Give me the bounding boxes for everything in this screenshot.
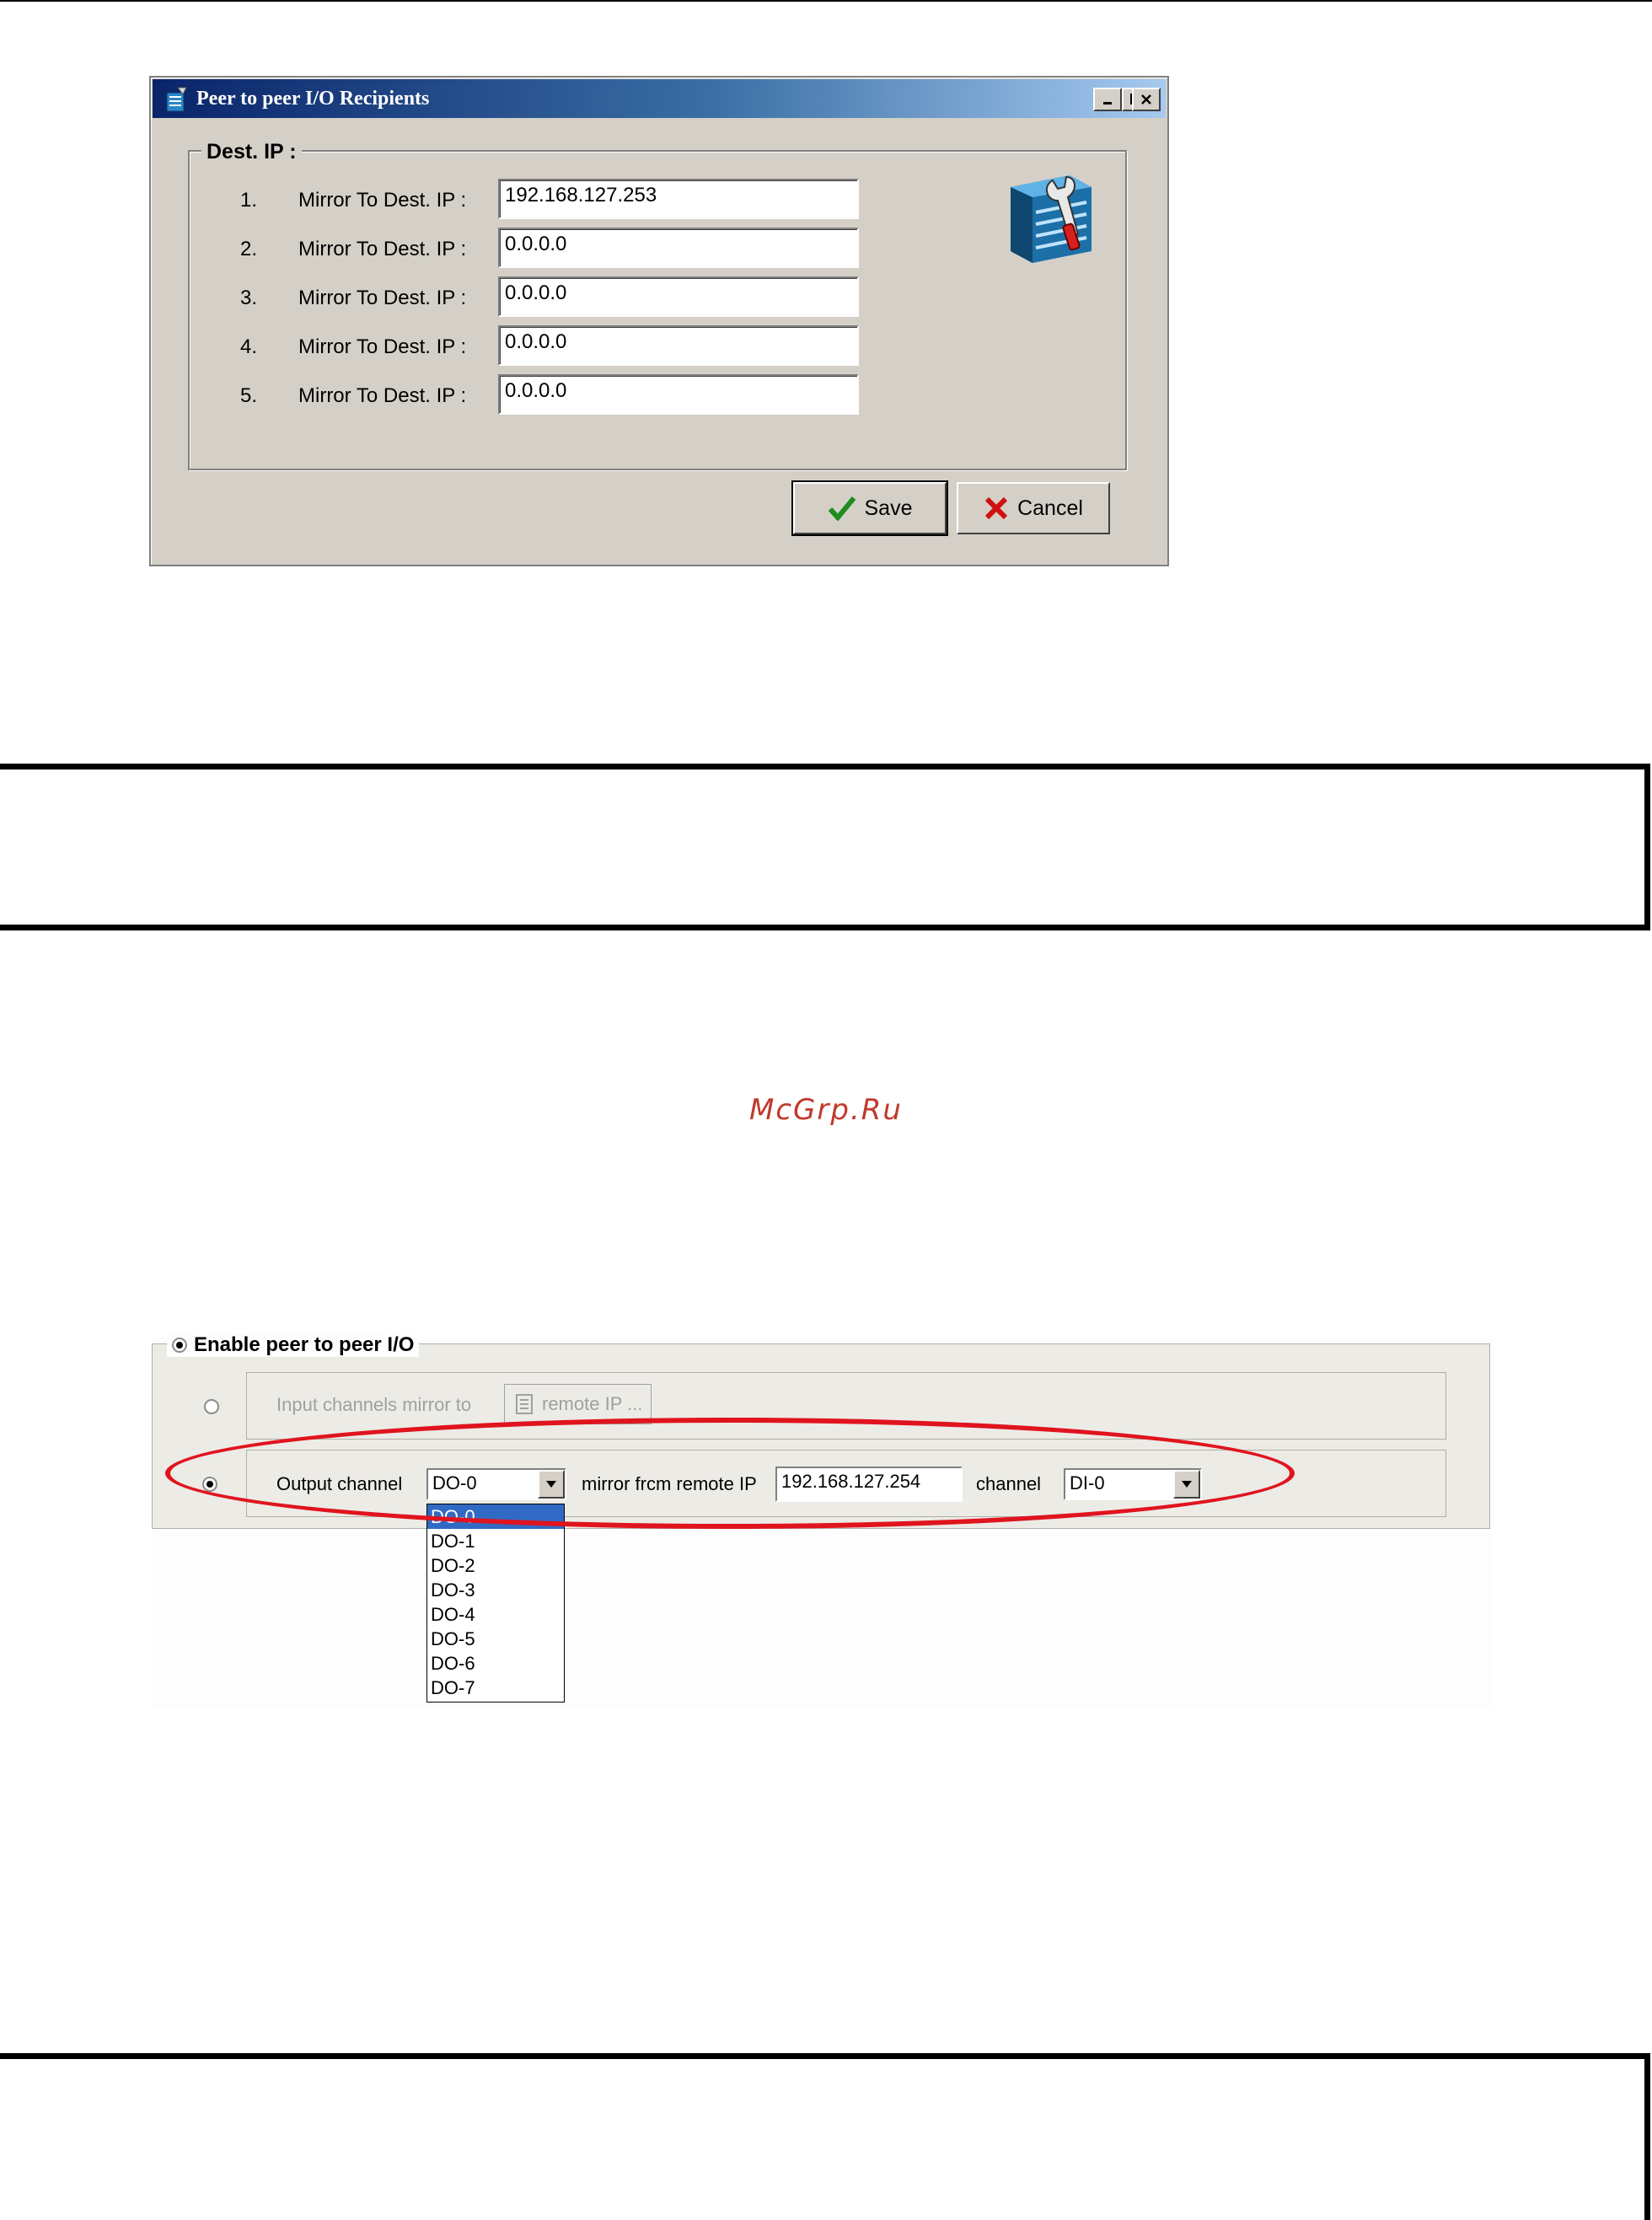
row-label: Mirror To Dest. IP : — [298, 335, 467, 358]
row-label: Mirror To Dest. IP : — [298, 189, 467, 212]
dropdown-option[interactable]: DO-1 — [427, 1529, 564, 1553]
dropdown-option[interactable]: DO-3 — [427, 1578, 564, 1602]
enable-peer-option[interactable]: Enable peer to peer I/O — [167, 1333, 420, 1357]
row-label: Mirror To Dest. IP : — [298, 384, 467, 407]
peer-recipients-dialog: Peer to peer I/O Recipients Dest. IP : 1… — [149, 76, 1169, 566]
minimize-button[interactable] — [1093, 88, 1122, 111]
dest-ip-input-4[interactable]: 0.0.0.0 — [498, 325, 859, 366]
close-icon — [1141, 94, 1151, 105]
dest-ip-input-2[interactable]: 0.0.0.0 — [498, 228, 859, 268]
remote-ip-label: remote IP ... — [542, 1393, 643, 1414]
minimize-icon — [1103, 102, 1112, 105]
row-number: 1. — [240, 189, 258, 212]
dest-ip-input-5[interactable]: 0.0.0.0 — [498, 374, 859, 415]
save-button[interactable]: Save — [791, 480, 948, 536]
row-number: 5. — [240, 384, 258, 407]
dropdown-option[interactable]: DO-4 — [427, 1602, 564, 1627]
dialog-title: Peer to peer I/O Recipients — [196, 88, 430, 110]
watermark: McGrp.Ru — [749, 1093, 903, 1127]
cancel-x-icon — [984, 496, 1008, 520]
document-icon — [516, 1394, 533, 1414]
save-label: Save — [864, 496, 913, 520]
row-number: 4. — [240, 335, 258, 358]
row-label: Mirror To Dest. IP : — [298, 238, 467, 260]
dropdown-option[interactable]: DO-5 — [427, 1627, 564, 1651]
app-icon — [166, 87, 187, 112]
input-channels-radio[interactable] — [204, 1399, 219, 1414]
dropdown-option[interactable]: DO-7 — [427, 1676, 564, 1700]
dest-ip-input-1[interactable]: 192.168.127.253 — [498, 179, 859, 219]
close-button[interactable] — [1132, 88, 1161, 111]
dropdown-option[interactable]: DO-2 — [427, 1553, 564, 1578]
input-channels-label: Input channels mirror to — [276, 1394, 472, 1415]
row-label: Mirror To Dest. IP : — [298, 287, 467, 309]
tools-config-icon — [1011, 175, 1092, 263]
top-rule — [0, 0, 1652, 2]
enable-radio[interactable] — [172, 1338, 187, 1353]
dest-ip-group-label: Dest. IP : — [201, 140, 302, 164]
row-number: 2. — [240, 238, 258, 260]
cancel-button[interactable]: Cancel — [957, 482, 1110, 534]
row-number: 3. — [240, 287, 258, 309]
dropdown-option[interactable]: DO-6 — [427, 1651, 564, 1676]
checkmark-icon — [828, 496, 856, 521]
dest-ip-input-3[interactable]: 0.0.0.0 — [498, 276, 859, 317]
output-channel-dropdown-list: DO-0 DO-1 DO-2 DO-3 DO-4 DO-5 DO-6 DO-7 — [426, 1504, 565, 1703]
document-frame-box — [0, 2053, 1650, 2220]
enable-peer-label: Enable peer to peer I/O — [194, 1333, 415, 1356]
highlight-ellipse — [165, 1418, 1295, 1529]
document-frame-box — [0, 764, 1650, 930]
peer-io-panel-screenshot: Enable peer to peer I/O Input channels m… — [152, 1333, 1492, 1709]
cancel-label: Cancel — [1017, 496, 1083, 520]
title-bar[interactable]: Peer to peer I/O Recipients — [153, 79, 1166, 118]
